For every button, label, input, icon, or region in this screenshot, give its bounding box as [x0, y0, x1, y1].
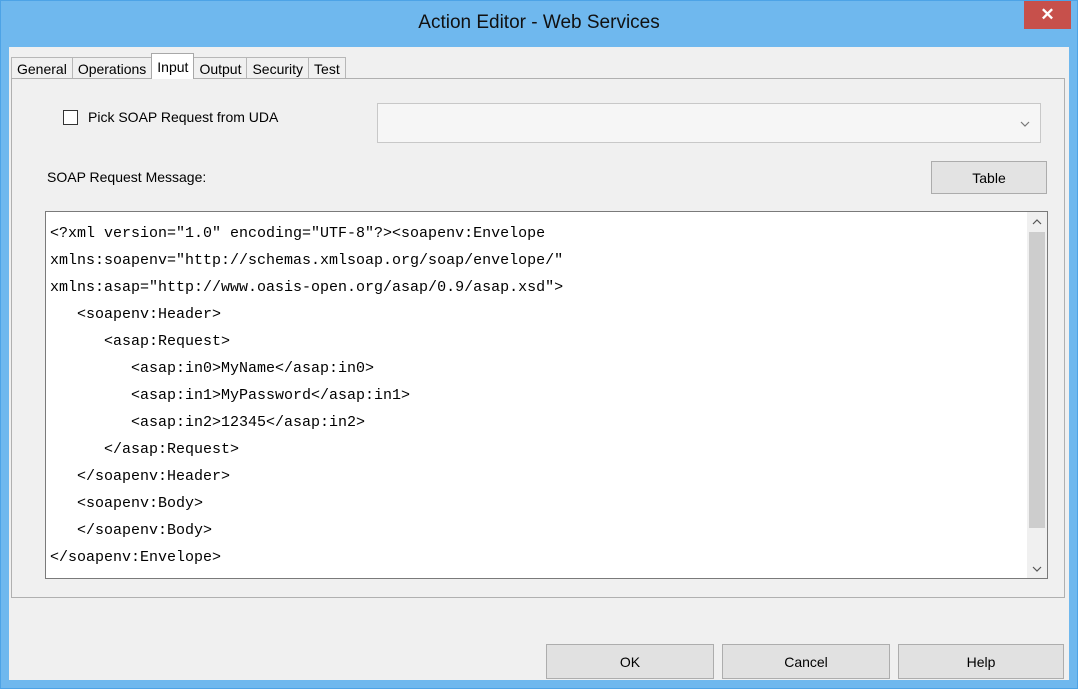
tab-input[interactable]: Input	[151, 53, 195, 79]
vertical-scrollbar[interactable]	[1027, 212, 1047, 578]
dialog-client: General Operations Input Output Security…	[9, 47, 1069, 680]
close-button[interactable]: ✕	[1024, 1, 1071, 29]
dialog-window: Action Editor - Web Services ✕ General O…	[0, 0, 1078, 689]
code-line: <asap:in2>12345</asap:in2>	[50, 414, 366, 431]
code-line: xmlns:asap="http://www.oasis-open.org/as…	[50, 279, 564, 296]
cancel-button[interactable]: Cancel	[722, 644, 890, 679]
code-line: </soapenv:Header>	[50, 468, 231, 485]
soap-request-text[interactable]: <?xml version="1.0" encoding="UTF-8"?><s…	[50, 220, 563, 571]
soap-request-editor[interactable]: <?xml version="1.0" encoding="UTF-8"?><s…	[45, 211, 1048, 579]
help-button[interactable]: Help	[898, 644, 1064, 679]
tab-output[interactable]: Output	[193, 57, 248, 79]
pick-soap-label[interactable]: Pick SOAP Request from UDA	[88, 109, 278, 125]
code-line: <soapenv:Header>	[50, 306, 222, 323]
code-line: <asap:in1>MyPassword</asap:in1>	[50, 387, 411, 404]
chevron-down-icon	[1020, 116, 1030, 130]
code-line: </soapenv:Body>	[50, 522, 213, 539]
tab-general[interactable]: General	[11, 57, 73, 79]
chevron-up-icon[interactable]	[1027, 212, 1047, 230]
scrollbar-thumb[interactable]	[1029, 232, 1045, 528]
tab-security[interactable]: Security	[246, 57, 310, 79]
window-title: Action Editor - Web Services	[418, 12, 660, 33]
code-line: </soapenv:Envelope>	[50, 549, 222, 566]
tab-operations[interactable]: Operations	[71, 57, 153, 79]
tab-test[interactable]: Test	[308, 57, 346, 79]
uda-select[interactable]	[377, 103, 1041, 143]
title-bar[interactable]: Action Editor - Web Services ✕	[1, 1, 1077, 47]
tab-strip: General Operations Input Output Security…	[11, 53, 346, 79]
code-line: xmlns:soapenv="http://schemas.xmlsoap.or…	[50, 252, 564, 269]
code-line: <?xml version="1.0" encoding="UTF-8"?><s…	[50, 225, 546, 242]
chevron-down-icon[interactable]	[1027, 560, 1047, 578]
soap-request-label: SOAP Request Message:	[47, 169, 207, 185]
code-line: <asap:in0>MyName</asap:in0>	[50, 360, 375, 377]
pick-soap-checkbox-row[interactable]: Pick SOAP Request from UDA	[63, 109, 278, 125]
close-icon: ✕	[1040, 5, 1055, 24]
code-line: <soapenv:Body>	[50, 495, 204, 512]
ok-button[interactable]: OK	[546, 644, 714, 679]
pick-soap-checkbox[interactable]	[63, 109, 78, 125]
table-button[interactable]: Table	[931, 161, 1047, 194]
code-line: </asap:Request>	[50, 441, 240, 458]
code-line: <asap:Request>	[50, 333, 231, 350]
